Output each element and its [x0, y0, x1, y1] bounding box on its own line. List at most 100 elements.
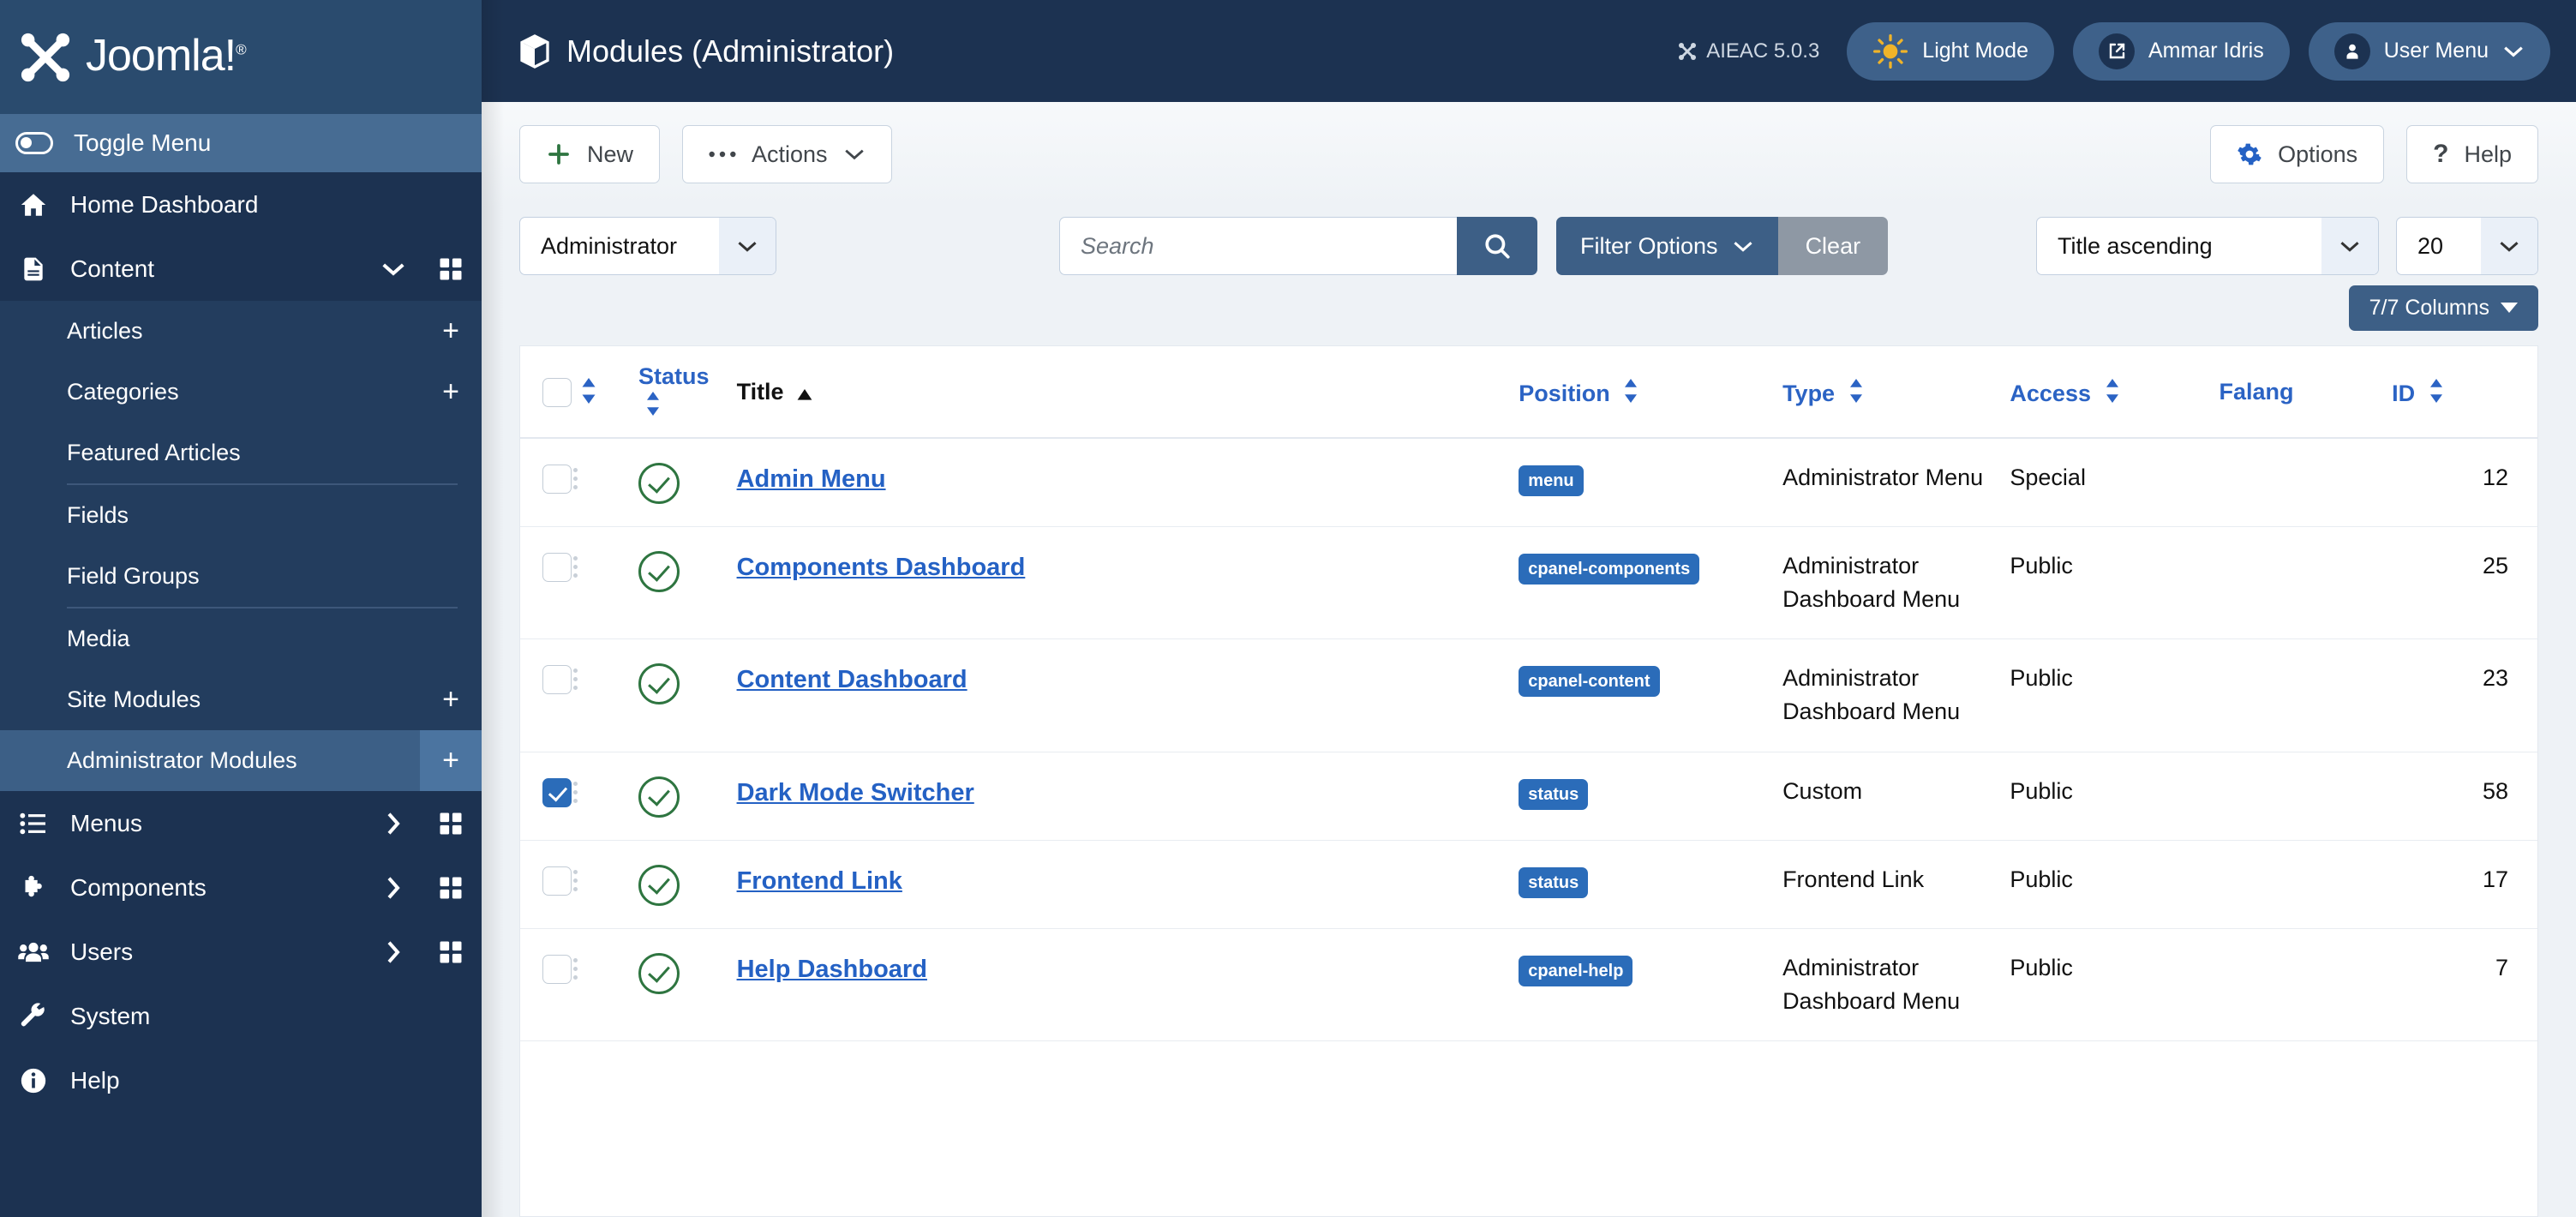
- sidebar-item-field-groups[interactable]: Field Groups: [0, 546, 482, 607]
- position-badge[interactable]: status: [1519, 866, 1589, 898]
- falang-header: Falang: [2219, 346, 2393, 439]
- question-mark-icon: ?: [2433, 140, 2449, 168]
- ordering-select[interactable]: Title ascending: [2036, 217, 2379, 275]
- row-checkbox[interactable]: [542, 954, 572, 984]
- status-published-icon[interactable]: [638, 551, 680, 592]
- actions-button[interactable]: Actions: [682, 125, 892, 183]
- position-badge[interactable]: cpanel-components: [1519, 554, 1700, 585]
- status-header[interactable]: Status: [638, 346, 737, 439]
- list-limit-select[interactable]: 20: [2396, 217, 2538, 275]
- chevron-right-icon[interactable]: [367, 811, 420, 836]
- status-published-icon[interactable]: [638, 463, 680, 504]
- search-input[interactable]: [1059, 217, 1457, 275]
- position-badge[interactable]: cpanel-content: [1519, 666, 1660, 698]
- drag-handle-icon[interactable]: [572, 556, 578, 578]
- drag-handle-icon[interactable]: [572, 869, 578, 891]
- visit-site-button[interactable]: Ammar Idris: [2073, 21, 2290, 81]
- row-checkbox[interactable]: [542, 866, 572, 896]
- light-mode-toggle[interactable]: Light Mode: [1847, 21, 2054, 81]
- row-drag-cell: [572, 638, 638, 752]
- sidebar-item-articles[interactable]: Articles +: [0, 301, 482, 362]
- caret-down-icon: [2501, 303, 2518, 313]
- add-category-icon[interactable]: +: [420, 362, 482, 423]
- add-administrator-module-icon[interactable]: +: [420, 730, 482, 791]
- puzzle-icon: [15, 873, 51, 902]
- users-dashboard-grid-icon[interactable]: [420, 920, 482, 984]
- sidebar-item-media[interactable]: Media: [0, 608, 482, 669]
- row-title-cell: Dark Mode Switcher: [736, 752, 1519, 841]
- ordering-header[interactable]: [572, 346, 638, 439]
- sidebar-item-label: Fields: [67, 502, 129, 528]
- search-icon: [1485, 234, 1510, 259]
- status-published-icon[interactable]: [638, 952, 680, 994]
- chevron-right-icon[interactable]: [367, 939, 420, 965]
- menus-dashboard-grid-icon[interactable]: [420, 791, 482, 855]
- user-avatar-icon: [2333, 33, 2370, 69]
- position-badge[interactable]: status: [1519, 778, 1589, 810]
- sidebar-item-components[interactable]: Components: [0, 855, 482, 920]
- status-published-icon[interactable]: [638, 663, 680, 705]
- drag-handle-icon[interactable]: [572, 781, 578, 803]
- sidebar-item-home-dashboard[interactable]: Home Dashboard: [0, 172, 482, 237]
- sidebar-item-users[interactable]: Users: [0, 920, 482, 984]
- help-button[interactable]: ? Help: [2406, 125, 2538, 183]
- sidebar-item-help[interactable]: Help: [0, 1048, 482, 1112]
- content-dashboard-grid-icon[interactable]: [420, 237, 482, 301]
- sidebar-item-label: System: [70, 1002, 151, 1029]
- filter-options-button[interactable]: Filter Options: [1556, 217, 1778, 275]
- access-value: Special: [2010, 465, 2086, 490]
- options-button[interactable]: Options: [2210, 125, 2385, 183]
- position-badge[interactable]: cpanel-help: [1519, 955, 1633, 986]
- type-header[interactable]: Type: [1782, 346, 2010, 439]
- clear-filters-button[interactable]: Clear: [1777, 217, 1889, 275]
- module-title-link[interactable]: Help Dashboard: [737, 956, 927, 983]
- sidebar-item-featured-articles[interactable]: Featured Articles: [0, 423, 482, 483]
- sidebar-item-menus[interactable]: Menus: [0, 791, 482, 855]
- chevron-right-icon[interactable]: [367, 875, 420, 901]
- components-dashboard-grid-icon[interactable]: [420, 855, 482, 920]
- row-drag-cell: [572, 438, 638, 527]
- sidebar-item-administrator-modules[interactable]: Administrator Modules +: [0, 730, 482, 791]
- title-header[interactable]: Title: [736, 346, 1519, 439]
- sidebar-item-content[interactable]: Content: [0, 237, 482, 301]
- row-checkbox[interactable]: [542, 665, 572, 695]
- position-header[interactable]: Position: [1519, 346, 1783, 439]
- module-title-link[interactable]: Frontend Link: [737, 867, 902, 895]
- wrench-icon: [15, 1002, 51, 1031]
- search-button[interactable]: [1457, 217, 1537, 275]
- add-site-module-icon[interactable]: +: [420, 669, 482, 730]
- sidebar-item-fields[interactable]: Fields: [0, 485, 482, 546]
- module-title-link[interactable]: Content Dashboard: [737, 666, 967, 693]
- drag-handle-icon[interactable]: [572, 468, 578, 489]
- select-all-checkbox[interactable]: [542, 377, 572, 407]
- user-menu-button[interactable]: User Menu: [2308, 21, 2550, 81]
- row-checkbox[interactable]: [542, 553, 572, 582]
- drag-handle-icon[interactable]: [572, 957, 578, 980]
- status-published-icon[interactable]: [638, 776, 680, 818]
- position-badge[interactable]: menu: [1519, 465, 1584, 496]
- row-title-cell: Help Dashboard: [736, 928, 1519, 1041]
- chevron-down-icon[interactable]: [367, 261, 420, 278]
- client-select[interactable]: Administrator: [519, 217, 776, 275]
- add-article-icon[interactable]: +: [420, 301, 482, 362]
- sidebar-item-site-modules[interactable]: Site Modules +: [0, 669, 482, 730]
- drag-handle-icon[interactable]: [572, 668, 578, 691]
- row-title-cell: Admin Menu: [736, 438, 1519, 527]
- info-icon: [15, 1066, 51, 1095]
- columns-toggle-button[interactable]: 7/7 Columns: [2348, 285, 2538, 331]
- module-title-link[interactable]: Admin Menu: [737, 465, 886, 493]
- row-checkbox[interactable]: [542, 465, 572, 494]
- sidebar-item-system[interactable]: System: [0, 984, 482, 1048]
- row-checkbox[interactable]: [542, 777, 572, 807]
- joomla-small-icon: [1679, 42, 1697, 60]
- id-header[interactable]: ID: [2392, 346, 2537, 439]
- new-button[interactable]: New: [519, 125, 661, 183]
- joomla-logo[interactable]: Joomla!®: [19, 31, 247, 84]
- module-title-link[interactable]: Components Dashboard: [737, 554, 1026, 581]
- toggle-menu-button[interactable]: Toggle Menu: [0, 114, 482, 172]
- access-header[interactable]: Access: [2010, 346, 2220, 439]
- chevron-down-icon: [719, 218, 776, 274]
- status-published-icon[interactable]: [638, 864, 680, 906]
- module-title-link[interactable]: Dark Mode Switcher: [737, 779, 974, 806]
- sidebar-item-categories[interactable]: Categories +: [0, 362, 482, 423]
